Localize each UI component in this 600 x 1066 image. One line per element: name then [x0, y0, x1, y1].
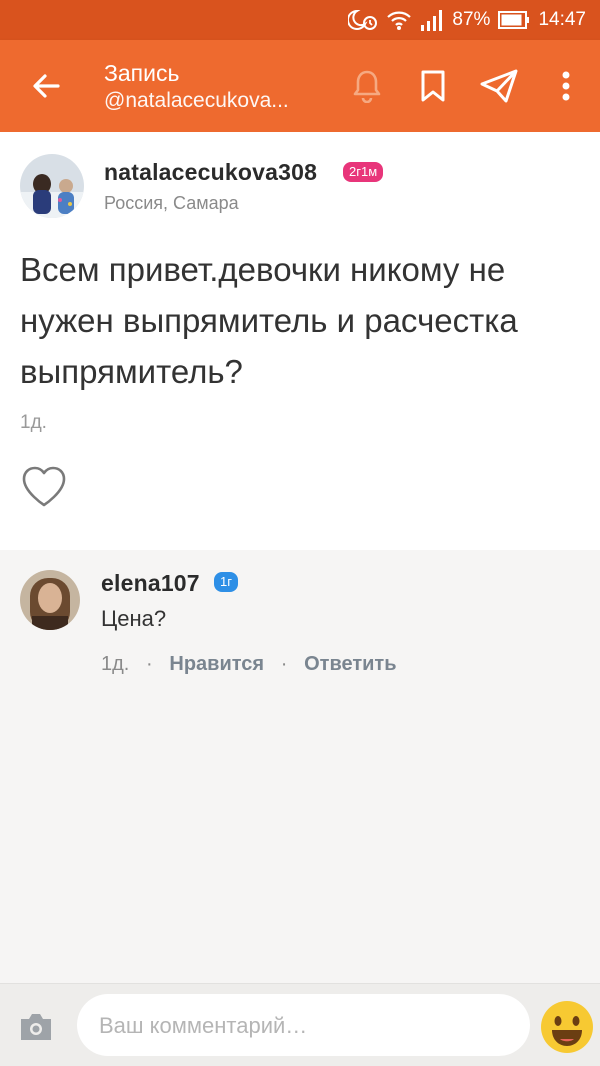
back-arrow-icon[interactable]: [28, 67, 66, 105]
comment-field-container: [77, 994, 530, 1058]
page-subtitle: @natalacecukova...: [104, 89, 289, 112]
post-card: natalacecukova308 2г1м Россия, Самара Вс…: [0, 132, 600, 550]
clock: 14:47: [538, 9, 586, 30]
reply-button[interactable]: Ответить: [304, 653, 396, 675]
notification-bell-icon[interactable]: [345, 64, 389, 108]
membership-badge: 2г1м: [343, 162, 384, 182]
comment-text: Цена?: [101, 606, 167, 631]
signal-icon: [420, 9, 444, 31]
post-author-avatar[interactable]: [20, 154, 84, 218]
comment-meta: 1д. · Нравится · Ответить: [101, 653, 397, 675]
camera-icon[interactable]: [18, 1011, 54, 1043]
share-send-icon[interactable]: [477, 64, 521, 108]
smiley-emoji-icon[interactable]: [540, 1000, 594, 1054]
like-comment-button[interactable]: Нравится: [169, 653, 264, 675]
membership-badge: 1г: [214, 572, 238, 592]
post-text: Всем привет.девочки никому не нужен выпр…: [20, 251, 518, 390]
comment-input[interactable]: [97, 994, 521, 1058]
post-author-name[interactable]: natalacecukova308: [104, 159, 317, 186]
comment-timestamp: 1д.: [101, 653, 130, 675]
page-title: Запись: [104, 60, 180, 86]
wifi-icon: [386, 9, 412, 31]
post-timestamp: 1д.: [20, 412, 47, 433]
comment-composer: [0, 983, 600, 1066]
bookmark-icon[interactable]: [411, 64, 455, 108]
more-options-icon[interactable]: [544, 64, 588, 108]
app-bar: Запись @natalacecukova...: [0, 40, 600, 132]
status-bar: 87% 14:47: [0, 0, 600, 40]
battery-icon: [498, 10, 530, 30]
alarm-icon: [348, 8, 378, 32]
comment-author-name[interactable]: elena107: [101, 570, 200, 597]
comment-author-avatar[interactable]: [20, 570, 80, 630]
post-author-location: Россия, Самара: [104, 193, 239, 213]
like-heart-icon[interactable]: [20, 464, 68, 510]
battery-percent: 87%: [452, 9, 491, 30]
